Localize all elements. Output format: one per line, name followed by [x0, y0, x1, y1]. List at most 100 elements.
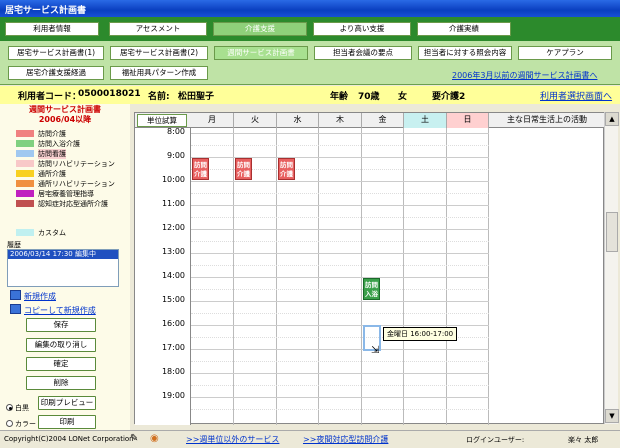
legend-label: 通所介護	[38, 170, 66, 178]
day-header-mon: 月	[191, 113, 234, 128]
legend-swatch	[16, 130, 34, 137]
radio-color[interactable]: カラー	[6, 419, 36, 429]
history-list[interactable]: 2006/03/14 17:30 編集中	[7, 249, 119, 287]
confirm-button[interactable]: 確定	[26, 357, 96, 371]
time-label: 16:00	[161, 319, 185, 328]
legend-label: 通所リハビリテーション	[38, 180, 115, 188]
radio-dot-icon[interactable]	[6, 404, 13, 411]
subtab-care-plan[interactable]: ケアプラン	[518, 46, 612, 60]
undo-edit-button[interactable]: 編集の取り消し	[26, 338, 96, 352]
calendar-event[interactable]: 訪問 介護	[278, 158, 295, 180]
subtab-inquiry[interactable]: 担当者に対する照会内容	[418, 46, 512, 60]
day-header-sat: 土	[404, 113, 447, 128]
event-label: 訪問	[194, 161, 207, 169]
radio-bw-label: 白黒	[15, 404, 29, 412]
half-hour-gridline	[191, 265, 489, 266]
unit-calc-button[interactable]: 単位試算	[137, 114, 187, 127]
night-visit-care-link[interactable]: >>夜間対応型訪問介護	[303, 434, 388, 445]
weekly-calendar[interactable]: 単位試算 月 火 水 木 金 土 日 主な日常生活上の活動 8:00 9:00 10…	[134, 112, 605, 425]
hour-gridline	[191, 349, 489, 350]
hour-gridline	[191, 397, 489, 398]
save-button[interactable]: 保存	[26, 318, 96, 332]
user-sex: 女	[398, 92, 408, 102]
scroll-up-icon[interactable]: ▲	[605, 112, 619, 126]
half-hour-gridline	[191, 409, 489, 410]
calendar-event[interactable]: 訪問 入浴	[363, 278, 380, 300]
panel-period: 2006/04以降	[38, 115, 92, 124]
half-hour-gridline	[191, 193, 489, 194]
hour-gridline	[191, 277, 489, 278]
radio-dot-icon[interactable]	[6, 420, 13, 427]
mouse-cursor-icon: ⇲	[371, 345, 380, 356]
legend-swatch	[16, 190, 34, 197]
time-label: 14:00	[161, 271, 185, 280]
hour-gridline	[191, 373, 489, 374]
time-label: 19:00	[161, 391, 185, 400]
event-label: 訪問	[365, 281, 378, 289]
legend-swatch	[16, 140, 34, 147]
scroll-thumb[interactable]	[606, 212, 618, 252]
legend-swatch	[16, 229, 34, 236]
print-preview-button[interactable]: 印刷プレビュー	[38, 396, 96, 410]
legend-label: カスタム	[38, 229, 66, 237]
day-header-tue: 火	[234, 113, 277, 128]
legend-swatch	[16, 180, 34, 187]
user-select-link[interactable]: 利用者選択画面へ	[540, 89, 612, 102]
time-label: 8:00	[167, 127, 185, 136]
new-create-link[interactable]: 新規作成	[24, 291, 56, 302]
main-tab-bar: 利用者情報 アセスメント 介護支援 より高い支援 介護実績	[0, 17, 620, 41]
tab-user-info[interactable]: 利用者情報	[5, 22, 99, 36]
print-button[interactable]: 印刷	[38, 415, 96, 429]
copy-doc-icon[interactable]	[10, 304, 21, 314]
subtab-equipment-pattern[interactable]: 福祉用具パターン作成	[110, 66, 208, 80]
new-doc-icon[interactable]	[10, 290, 21, 300]
delete-button[interactable]: 削除	[26, 376, 96, 390]
tab-care-records[interactable]: 介護実績	[417, 22, 511, 36]
subtab-meeting-points[interactable]: 担当者会議の要点	[314, 46, 412, 60]
age-label: 年齢	[330, 92, 349, 102]
day-header-thu: 木	[319, 113, 362, 128]
scroll-down-icon[interactable]: ▼	[605, 409, 619, 423]
legend-swatch	[16, 160, 34, 167]
legend-swatch	[16, 170, 34, 177]
legend-swatch	[16, 200, 34, 207]
tab-higher-support[interactable]: より高い支援	[313, 22, 411, 36]
half-hour-gridline	[191, 289, 489, 290]
activity-column[interactable]	[489, 128, 605, 425]
subtab-support-progress[interactable]: 居宅介護支援経過	[8, 66, 104, 80]
hour-gridline	[191, 301, 489, 302]
radio-bw[interactable]: 白黒	[6, 403, 29, 413]
copyright-text: Copyright(C)2004 LONet Corporation	[4, 435, 134, 443]
legend-label: 訪問リハビリテーション	[38, 160, 115, 168]
time-label: 10:00	[161, 175, 185, 184]
time-label: 9:00	[167, 151, 185, 160]
copy-create-link[interactable]: コピーして新規作成	[24, 305, 96, 316]
name-label: 名前:	[148, 92, 170, 102]
hour-gridline	[191, 325, 489, 326]
left-panel: 週間サービス計画書 2006/04以降 訪問介護 訪問入浴介護 訪問看護 訪問リ…	[0, 104, 130, 432]
legend-swatch	[16, 150, 34, 157]
history-item[interactable]: 2006/03/14 17:30 編集中	[8, 250, 118, 259]
legend-label: 居宅療養管理指導	[38, 190, 94, 198]
day-header-fri: 金	[362, 113, 404, 128]
half-hour-gridline	[191, 241, 489, 242]
legend-label: 訪問看護	[38, 149, 66, 159]
subtab-plan-2[interactable]: 居宅サービス計画書(2)	[110, 46, 208, 60]
care-level: 要介護2	[432, 92, 466, 102]
non-weekly-services-link[interactable]: >>週単位以外のサービス	[186, 434, 279, 445]
subtab-weekly-plan[interactable]: 週間サービス計画書	[214, 46, 308, 60]
radio-color-label: カラー	[15, 420, 36, 428]
prev-weekly-plan-link[interactable]: 2006年3月以前の週間サービス計画書へ	[452, 70, 597, 81]
subtab-plan-1[interactable]: 居宅サービス計画書(1)	[8, 46, 104, 60]
half-hour-gridline	[191, 361, 489, 362]
calendar-event[interactable]: 訪問 介護	[235, 158, 252, 180]
time-label: 11:00	[161, 199, 185, 208]
calendar-event[interactable]: 訪問 介護	[192, 158, 209, 180]
user-code-label: 利用者コード：	[18, 92, 82, 102]
tab-assessment[interactable]: アセスメント	[109, 22, 207, 36]
legend-label: 訪問介護	[38, 130, 66, 138]
day-header-sun: 日	[447, 113, 489, 128]
calendar-scrollbar[interactable]: ▲ ▼	[604, 112, 619, 424]
user-name: 松田聖子	[178, 92, 215, 102]
tab-care-support[interactable]: 介護支援	[213, 22, 307, 36]
